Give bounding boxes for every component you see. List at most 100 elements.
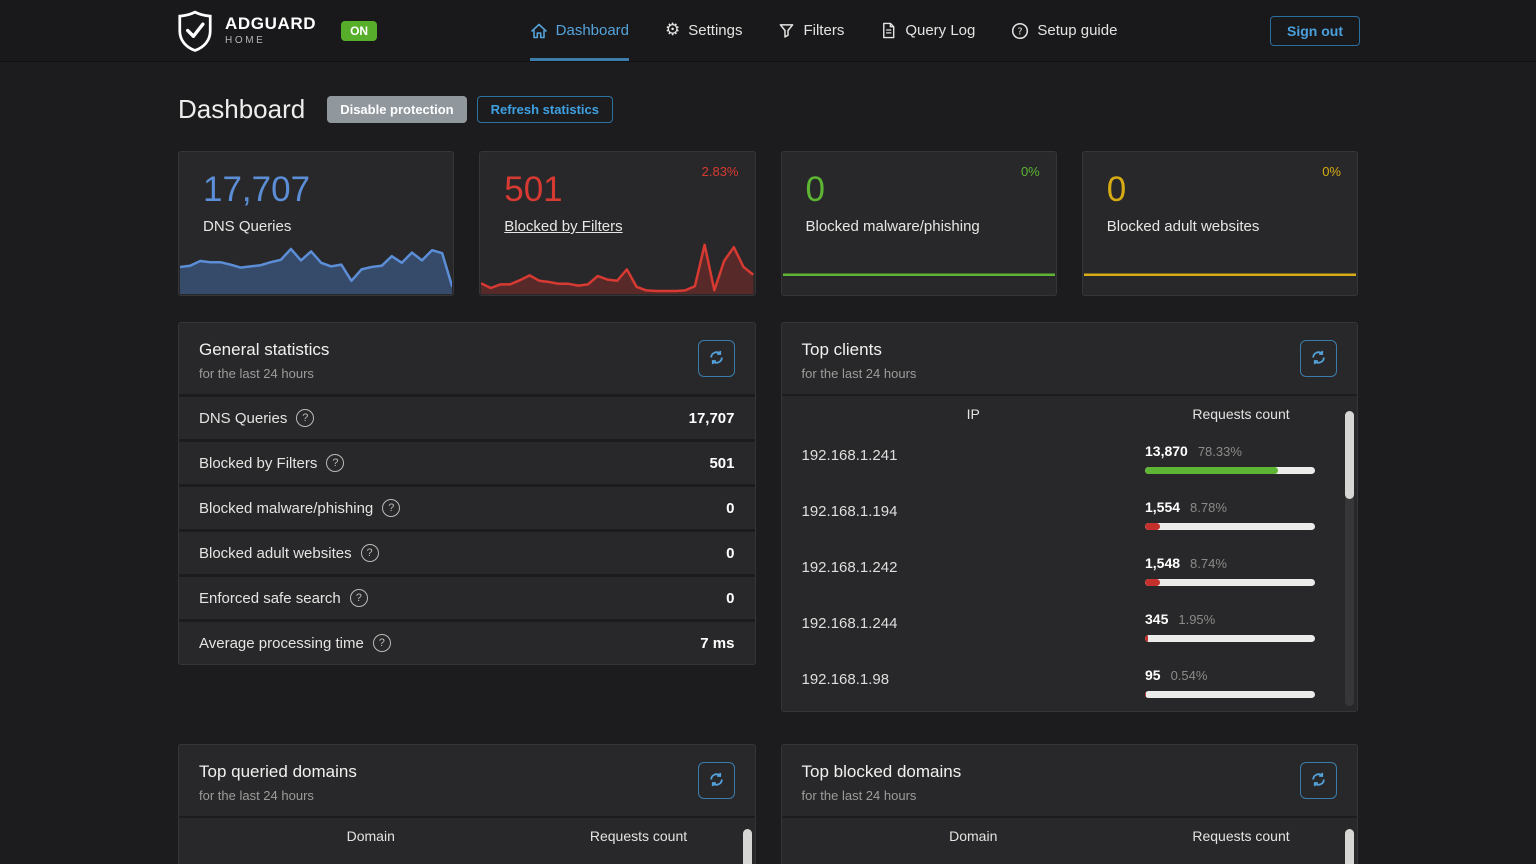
refresh-icon (708, 349, 725, 369)
brand-logo[interactable]: ADGUARD HOME ON (176, 0, 377, 61)
row-count: 1,548 (1145, 555, 1180, 571)
refresh-button[interactable] (698, 340, 735, 377)
stat-row: Blocked adult websites?0 (179, 529, 755, 574)
sparkline-chart (481, 234, 753, 294)
stat-row: Average processing time? 7 ms (179, 619, 755, 664)
panel-title: Top queried domains (199, 762, 357, 782)
table-row: vortex.data.microsoft.com10821.56% (782, 853, 1358, 864)
stat-label: Blocked malware/phishing (806, 218, 980, 235)
sign-out-button[interactable]: Sign out (1270, 16, 1360, 46)
panel-subtitle: for the last 24 hours (802, 788, 962, 803)
row-count: 345 (1145, 611, 1168, 627)
stat-label[interactable]: Blocked by Filters (504, 218, 622, 235)
column-header-requests-count: Requests count (1145, 828, 1337, 844)
row-name[interactable]: 192.168.1.98 (802, 671, 890, 688)
sparkline-chart (1084, 234, 1356, 294)
stat-row: Blocked malware/phishing? 0 (179, 484, 755, 529)
table-header: Domain Requests count (179, 816, 755, 853)
row-percent: 1.95% (1178, 612, 1215, 627)
stat-card-blocked-malware-phishing: 0 0% Blocked malware/phishing (781, 151, 1057, 296)
stat-row-value: 7 ms (700, 635, 734, 652)
refresh-icon (1310, 349, 1327, 369)
page-title: Dashboard (178, 94, 305, 125)
question-icon[interactable]: ? (373, 634, 391, 652)
nav-setup-guide[interactable]: ?Setup guide (1011, 0, 1117, 61)
top-navigation-bar: ADGUARD HOME ON Dashboard ⚙ Settings Filter… (0, 0, 1536, 62)
document-icon (880, 22, 897, 39)
panels-row-bottom: Top queried domains for the last 24 hour… (178, 744, 1358, 864)
row-count: 1,554 (1145, 499, 1180, 515)
row-name[interactable]: 192.168.1.194 (802, 503, 898, 520)
row-percent: 0.54% (1171, 668, 1208, 683)
table-row: 192.168.1.1941,5548.78% (782, 487, 1358, 543)
disable-protection-button[interactable]: Disable protection (327, 96, 466, 123)
stat-value: 0 (806, 170, 825, 210)
scrollbar-thumb[interactable] (743, 829, 752, 864)
stat-value: 501 (504, 170, 562, 210)
scrollbar-thumb[interactable] (1345, 829, 1354, 864)
stat-percent: 0% (1322, 164, 1341, 179)
nav-filters[interactable]: Filters (778, 0, 844, 61)
refresh-statistics-button[interactable]: Refresh statistics (477, 96, 613, 123)
nav-label: Dashboard (556, 22, 629, 39)
funnel-icon (778, 22, 795, 39)
column-header-domain: Domain (802, 828, 1146, 844)
question-icon[interactable]: ? (382, 499, 400, 517)
refresh-icon (1310, 771, 1327, 791)
refresh-icon (708, 771, 725, 791)
nav-query-log[interactable]: Query Log (880, 0, 975, 61)
refresh-button[interactable] (698, 762, 735, 799)
page-toolbar: Dashboard Disable protection Refresh sta… (178, 94, 1358, 125)
gear-icon: ⚙ (665, 22, 680, 39)
stat-row-value: 0 (726, 590, 734, 607)
stat-row-label: Average processing time (199, 635, 364, 652)
main-content: Dashboard Disable protection Refresh sta… (178, 62, 1358, 864)
nav-label: Settings (688, 22, 742, 39)
scrollbar[interactable] (1345, 411, 1354, 706)
row-name[interactable]: 192.168.1.241 (802, 447, 898, 464)
stat-card-blocked-by-filters: 5012.83%Blocked by Filters (479, 151, 755, 296)
stat-card-blocked-adult-websites: 0 0% Blocked adult websites (1082, 151, 1358, 296)
stat-percent: 0% (1021, 164, 1040, 179)
nav-dashboard[interactable]: Dashboard (530, 0, 629, 61)
nav-settings[interactable]: ⚙ Settings (665, 0, 742, 61)
table-row: 192.168.1.241 13,870 78.33% (782, 431, 1358, 487)
panel-title: General statistics (199, 340, 329, 360)
column-header-requests-count: Requests count (1145, 406, 1337, 422)
scrollbar-thumb[interactable] (1345, 411, 1354, 499)
svg-text:?: ? (1018, 26, 1023, 37)
scrollbar[interactable] (1345, 829, 1354, 864)
row-count: 95 (1145, 667, 1161, 683)
stat-value: 0 (1107, 170, 1126, 210)
refresh-button[interactable] (1300, 340, 1337, 377)
stat-row-label: DNS Queries (199, 410, 287, 427)
top-clients-rows: 192.168.1.241 13,870 78.33% 192.168.1.194 1,… (782, 431, 1358, 711)
question-icon[interactable]: ? (361, 544, 379, 562)
progress-bar (1145, 579, 1315, 586)
row-percent: 78.33% (1198, 444, 1242, 459)
scrollbar[interactable] (743, 829, 752, 864)
general-statistics-rows: DNS Queries?17,707Blocked by Filters?501… (179, 394, 755, 664)
stat-row-label: Enforced safe search (199, 590, 341, 607)
row-name[interactable]: 192.168.1.242 (802, 559, 898, 576)
stat-row: DNS Queries?17,707 (179, 394, 755, 439)
stat-card-dns-queries: 17,707DNS Queries (178, 151, 454, 296)
panel-title: Top clients (802, 340, 917, 360)
protection-status-badge: ON (341, 21, 377, 41)
row-count: 13,870 (1145, 443, 1188, 459)
question-icon[interactable]: ? (326, 454, 344, 472)
stat-row-value: 0 (726, 500, 734, 517)
main-nav: Dashboard ⚙ Settings Filters Query Log ?Setup… (530, 0, 1118, 61)
top-clients-panel: Top clients for the last 24 hours IP Req… (781, 322, 1359, 712)
row-name[interactable]: 192.168.1.244 (802, 615, 898, 632)
stat-row-label: Blocked malware/phishing (199, 500, 373, 517)
row-percent: 8.74% (1190, 556, 1227, 571)
table-row: 192.168.1.242 1,548 8.74% (782, 543, 1358, 599)
top-queried-domains-panel: Top queried domains for the last 24 hour… (178, 744, 756, 864)
question-icon[interactable]: ? (296, 409, 314, 427)
refresh-button[interactable] (1300, 762, 1337, 799)
nav-label: Filters (803, 22, 844, 39)
question-icon[interactable]: ? (350, 589, 368, 607)
stat-label: Blocked adult websites (1107, 218, 1260, 235)
stat-row: Enforced safe search? 0 (179, 574, 755, 619)
